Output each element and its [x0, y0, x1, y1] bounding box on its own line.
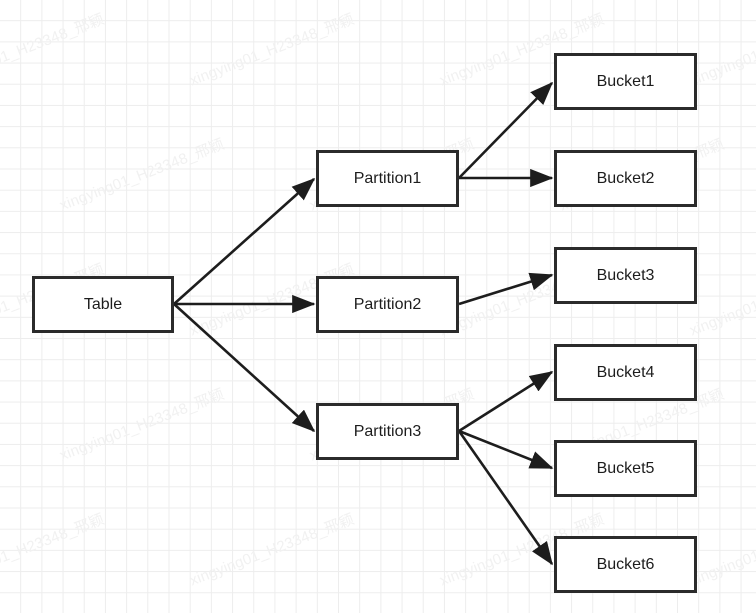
watermark-text: xingying01_H23348_邢颖: [187, 10, 357, 90]
node-bucket1[interactable]: Bucket1: [554, 53, 697, 110]
watermark-text: xingying01_H23348_邢颖: [0, 510, 107, 590]
node-bucket4[interactable]: Bucket4: [554, 344, 697, 401]
watermark-text: xingying01_H23348_邢颖: [57, 135, 227, 215]
node-label-bucket4: Bucket4: [596, 363, 655, 381]
node-label-bucket6: Bucket6: [596, 555, 655, 573]
node-label-partition2: Partition2: [353, 295, 422, 313]
node-label-partition1: Partition1: [353, 169, 422, 187]
node-label-bucket2: Bucket2: [596, 169, 655, 187]
watermark-text: xingying01_H23348_邢颖: [0, 10, 107, 90]
node-label-bucket5: Bucket5: [596, 459, 655, 477]
node-partition1[interactable]: Partition1: [316, 150, 459, 207]
node-label-bucket3: Bucket3: [596, 266, 655, 284]
watermark-text: xingying01_H23348_邢颖: [187, 510, 357, 590]
node-partition3[interactable]: Partition3: [316, 403, 459, 460]
node-label-table: Table: [83, 295, 123, 313]
node-bucket2[interactable]: Bucket2: [554, 150, 697, 207]
edge-partition3-to-bucket6: [457, 430, 554, 566]
edge-partition3-to-bucket5: [458, 429, 554, 470]
edge-partition3-to-bucket4: [458, 370, 554, 433]
edge-partition1-to-bucket1: [458, 81, 554, 179]
diagram-canvas: xingying01_H23348_邢颖 xingying01_H23348_邢颖…: [0, 0, 756, 613]
node-bucket5[interactable]: Bucket5: [554, 440, 697, 497]
node-bucket3[interactable]: Bucket3: [554, 247, 697, 304]
edge-partition2-to-bucket3: [458, 272, 554, 306]
node-label-bucket1: Bucket1: [596, 72, 655, 90]
edge-table-to-partition1: [173, 177, 316, 305]
node-bucket6[interactable]: Bucket6: [554, 536, 697, 593]
node-label-partition3: Partition3: [353, 422, 422, 440]
edge-table-to-partition3: [173, 303, 316, 433]
node-table[interactable]: Table: [32, 276, 174, 333]
watermark-text: xingying01_H23348_邢颖: [57, 385, 227, 465]
node-partition2[interactable]: Partition2: [316, 276, 459, 333]
